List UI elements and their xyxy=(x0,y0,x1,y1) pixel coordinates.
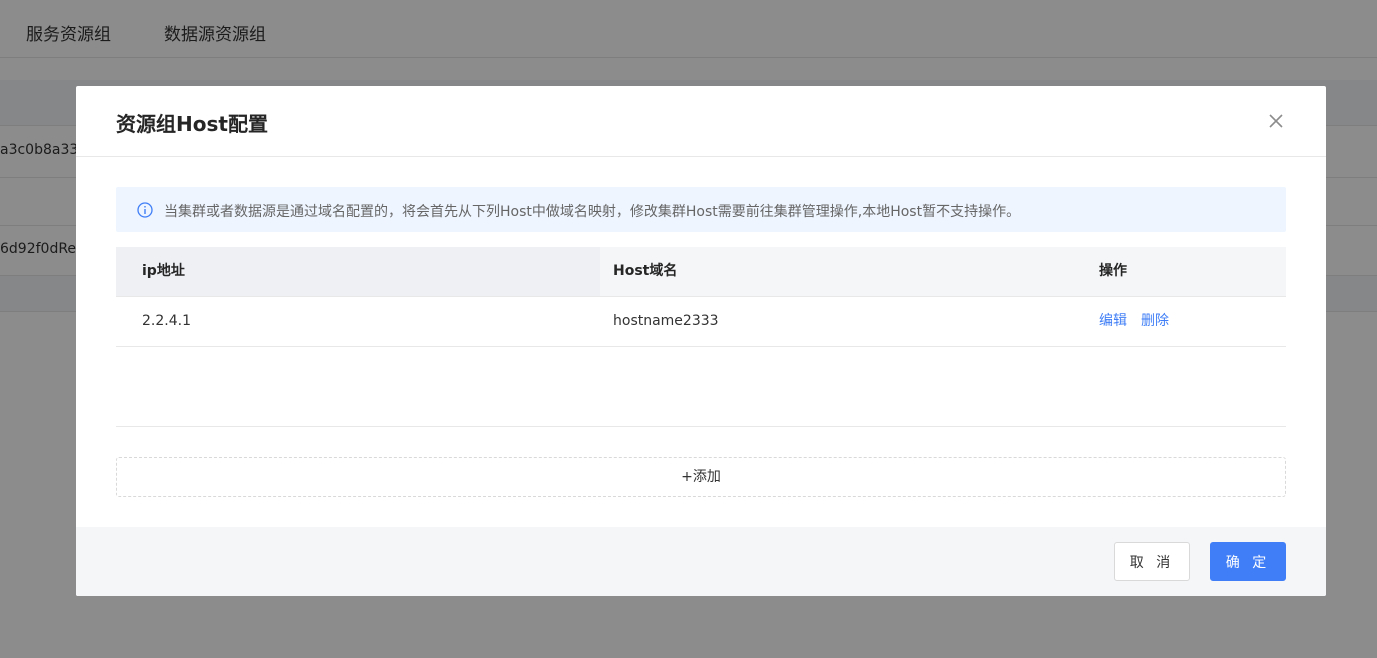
cell-ip: 2.2.4.1 xyxy=(142,313,191,329)
host-config-modal: 资源组Host配置 当集群或者数据源是通过域名配置的，将会首先从下列Host中做… xyxy=(76,86,1326,596)
table-empty-area xyxy=(116,347,1286,427)
info-icon xyxy=(137,202,153,218)
close-icon xyxy=(1269,114,1283,128)
column-header-actions: 操作 xyxy=(1099,263,1127,279)
add-host-button[interactable]: +添加 xyxy=(116,457,1286,497)
cell-actions: 编辑 删除 xyxy=(1099,297,1169,346)
cell-host: hostname2333 xyxy=(613,313,719,329)
modal-title: 资源组Host配置 xyxy=(116,112,268,136)
edit-link[interactable]: 编辑 xyxy=(1099,313,1127,329)
cancel-button[interactable]: 取 消 xyxy=(1114,542,1190,581)
alert-text: 当集群或者数据源是通过域名配置的，将会首先从下列Host中做域名映射，修改集群H… xyxy=(164,204,1021,220)
info-alert: 当集群或者数据源是通过域名配置的，将会首先从下列Host中做域名映射，修改集群H… xyxy=(116,187,1286,232)
close-button[interactable] xyxy=(1266,111,1286,131)
table-header: ip地址 Host域名 操作 xyxy=(116,247,1286,297)
column-header-ip: ip地址 xyxy=(116,247,600,296)
confirm-button[interactable]: 确 定 xyxy=(1210,542,1286,581)
modal-header: 资源组Host配置 xyxy=(76,86,1326,157)
table-row: 2.2.4.1 hostname2333 编辑 删除 xyxy=(116,297,1286,347)
host-table: ip地址 Host域名 操作 2.2.4.1 hostname2333 编辑 删除 xyxy=(116,247,1286,427)
delete-link[interactable]: 删除 xyxy=(1141,313,1169,329)
modal-footer: 取 消 确 定 xyxy=(76,527,1326,596)
column-header-host: Host域名 xyxy=(613,263,678,279)
